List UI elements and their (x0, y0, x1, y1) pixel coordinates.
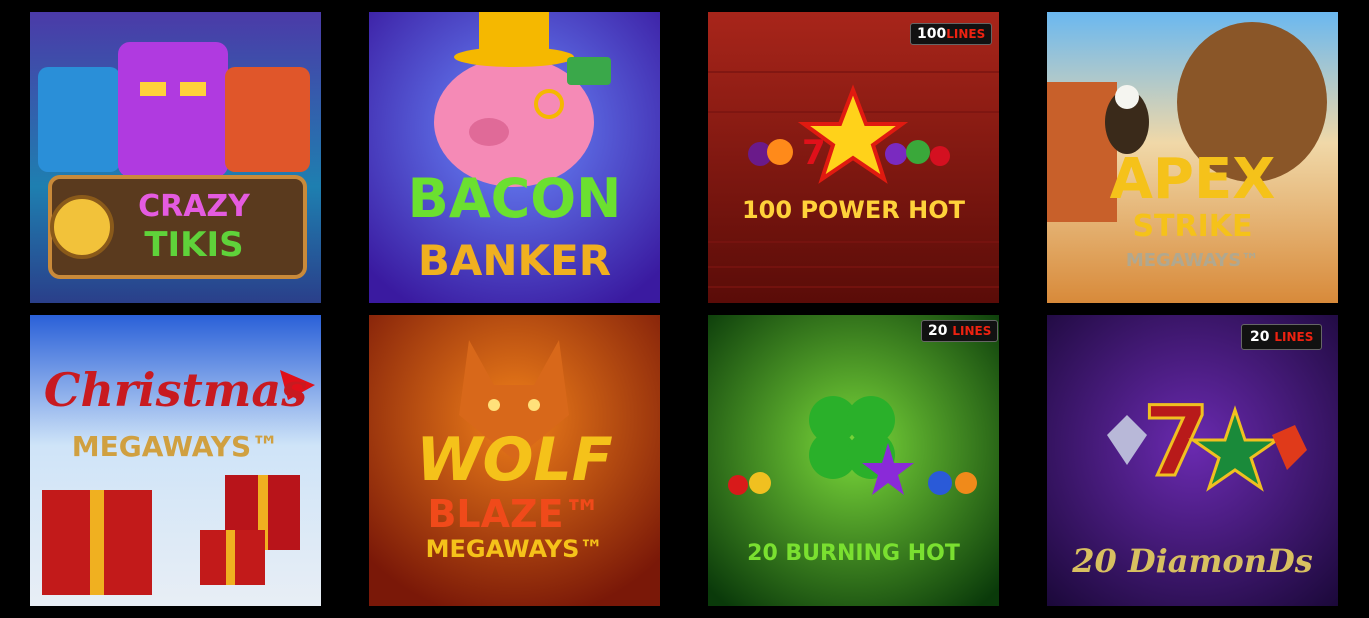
wolf-blaze-title-line3: MEGAWAYS™ (425, 535, 604, 563)
game-tile-apex-strike-megaways[interactable]: APEX STRIKE MEGAWAYS™ (1047, 12, 1338, 303)
game-tile-bacon-banker[interactable]: BACON BANKER (369, 12, 660, 303)
tikis-title-line2: TIKIS (144, 225, 244, 265)
game-tile-100-power-hot[interactable]: 7 100LINES 100 POWER HOT (708, 12, 999, 303)
lines-badge-word: LINES (952, 324, 992, 338)
burning-hot-title: 20 BURNING HOT (747, 541, 960, 566)
game-tile-20-burning-hot[interactable]: 20 LINES 20 BURNING HOT (708, 315, 999, 606)
game-tile-wolf-blaze-megaways[interactable]: WOLF BLAZE™ MEGAWAYS™ (369, 315, 660, 606)
diamonds-title: 20 DiamonDs (1072, 542, 1313, 580)
svg-text:7: 7 (802, 133, 826, 173)
apex-strike-title-line3: MEGAWAYS™ (1125, 250, 1260, 271)
christmas-title-line2: MEGAWAYS™ (71, 430, 280, 463)
lines-badge: 100LINES (910, 23, 993, 45)
games-grid: 3 CRAZY TIKIS BACON BANKER (0, 0, 1369, 618)
wolf-blaze-title-line2: BLAZE™ (427, 492, 602, 536)
apex-strike-title-line2: STRIKE (1132, 209, 1253, 244)
power-hot-artwork: 7 (708, 12, 999, 303)
game-tile-3-crazy-tikis[interactable]: 3 CRAZY TIKIS (30, 12, 321, 303)
lines-badge-number: 20 (1250, 329, 1270, 345)
power-hot-title: 100 POWER HOT (741, 196, 965, 224)
lines-badge-word: LINES (946, 27, 986, 41)
game-tile-christmas-megaways[interactable]: Christmas MEGAWAYS™ (30, 315, 321, 606)
tikis-title-line1: CRAZY (138, 189, 250, 224)
christmas-title-line1: Christmas (43, 363, 308, 417)
lines-badge-word: LINES (1274, 330, 1314, 344)
lines-badge-number: 100 (917, 26, 947, 42)
game-tile-20-diamonds[interactable]: 7 20 LINES 20 DiamonDs (1047, 315, 1338, 606)
apex-strike-title-line1: APEX (1109, 147, 1276, 212)
wolf-blaze-title-line1: WOLF (416, 425, 613, 495)
lines-badge-number: 20 (928, 323, 948, 339)
bacon-banker-title-line2: BANKER (417, 236, 612, 285)
lines-badge: 20 LINES (921, 320, 999, 342)
bacon-banker-title-line1: BACON (407, 167, 622, 230)
lines-badge: 20 LINES (1241, 324, 1323, 350)
